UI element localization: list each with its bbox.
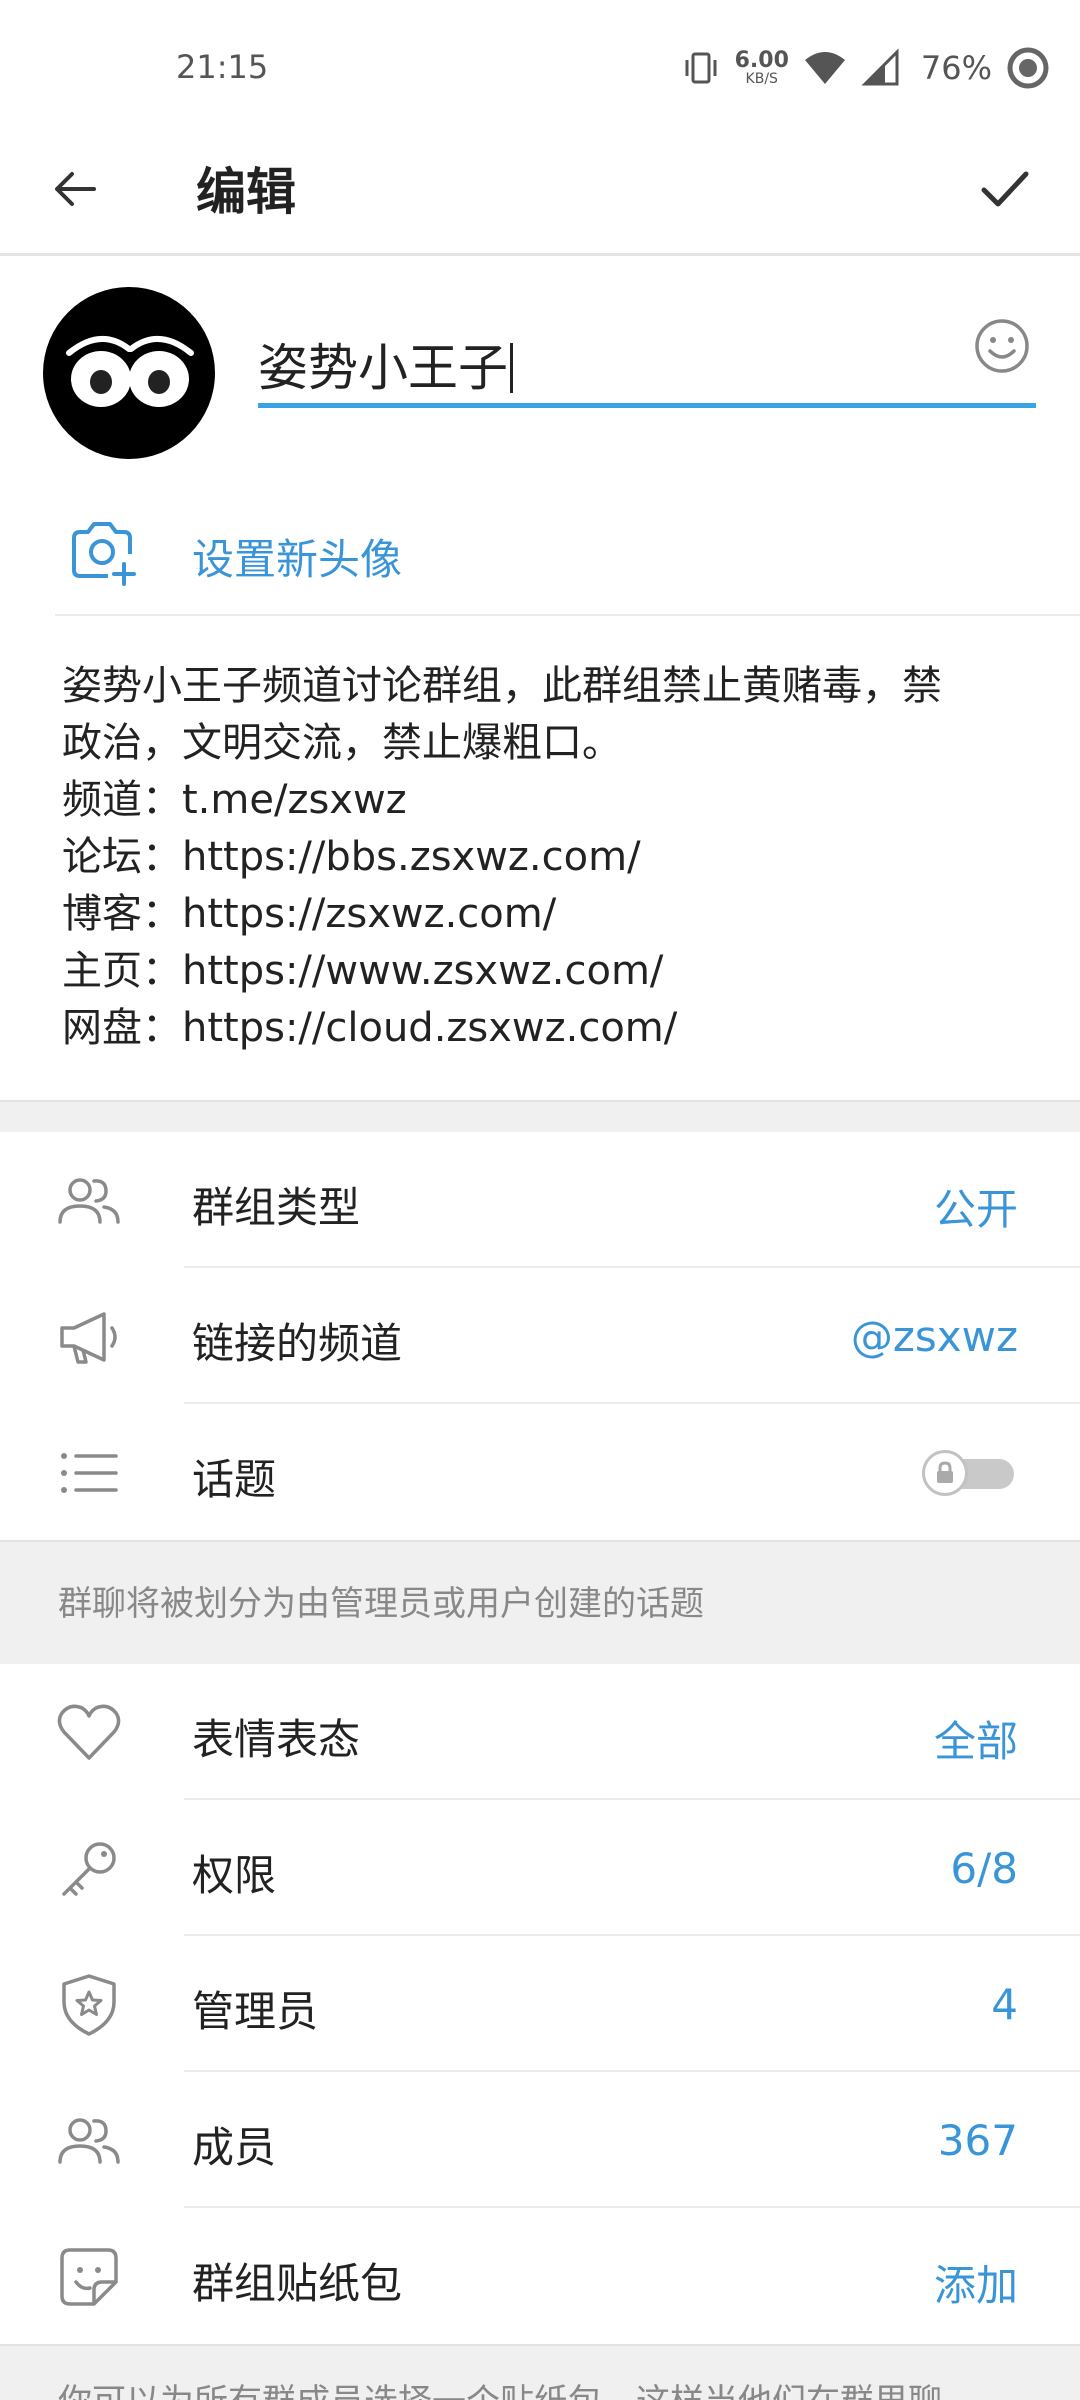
- done-button[interactable]: [970, 154, 1040, 224]
- app-bar: 编辑: [0, 130, 1080, 256]
- members-row[interactable]: 成员 367: [0, 2072, 1080, 2208]
- group-name-field[interactable]: 姿势小王子: [258, 300, 1036, 408]
- reactions-value: 全部: [933, 1717, 1018, 1766]
- reactions-label: 表情表态: [192, 1715, 361, 1764]
- battery-ring-icon: [1007, 47, 1049, 89]
- group-type-value: 公开: [933, 1185, 1018, 1234]
- stickers-hint: 你可以为所有群成员选择一个贴纸包，这样当他们在群里聊: [0, 2344, 1080, 2400]
- megaphone-icon: [60, 1312, 117, 1364]
- topics-label: 话题: [192, 1455, 277, 1504]
- permissions-row[interactable]: 权限 6/8: [0, 1800, 1080, 1936]
- section-gap: [0, 1100, 1080, 1132]
- camera-add-icon: [72, 522, 136, 586]
- toggle-knob: [922, 1450, 968, 1496]
- users-icon: [58, 2118, 120, 2164]
- text-caret: [510, 343, 513, 393]
- list-icon: [61, 1453, 118, 1493]
- group-type-row[interactable]: 群组类型 公开: [0, 1132, 1080, 1268]
- shield-star-icon: [62, 1974, 116, 2036]
- smiley-icon: [975, 319, 1029, 373]
- arrow-left-icon: [55, 172, 96, 206]
- users-icon: [58, 1178, 120, 1224]
- group-stickers-value: 添加: [933, 2261, 1018, 2310]
- heart-icon: [57, 1704, 121, 1760]
- vibrate-icon: [685, 52, 717, 84]
- group-name-input[interactable]: 姿势小王子: [258, 328, 938, 400]
- permissions-label: 权限: [192, 1851, 277, 1900]
- avatar-eyes-image: [66, 335, 194, 407]
- linked-channel-value: @zsxwz: [850, 1312, 1018, 1361]
- group-avatar[interactable]: [43, 287, 215, 459]
- status-bar: 21:15 6.00 KB/S 76%: [0, 0, 1080, 130]
- admins-label: 管理员: [192, 1987, 319, 2036]
- network-speed-unit: KB/S: [745, 71, 778, 87]
- permissions-value: 6/8: [950, 1844, 1018, 1893]
- members-value: 367: [937, 2116, 1018, 2165]
- key-icon: [62, 1842, 116, 1896]
- admins-value: 4: [991, 1980, 1018, 2029]
- admins-row[interactable]: 管理员 4: [0, 1936, 1080, 2072]
- status-icons: 6.00 KB/S 76%: [681, 40, 1050, 96]
- topics-row[interactable]: 话题: [0, 1404, 1080, 1540]
- group-name-text: 姿势小王子: [258, 339, 508, 397]
- linked-channel-label: 链接的频道: [192, 1319, 403, 1368]
- back-button[interactable]: [40, 154, 110, 224]
- group-type-label: 群组类型: [192, 1183, 361, 1232]
- topics-toggle[interactable]: [922, 1450, 1014, 1496]
- status-time: 21:15: [176, 48, 269, 86]
- members-label: 成员: [192, 2123, 277, 2172]
- signal-icon: [861, 48, 899, 86]
- set-new-photo-label: 设置新头像: [192, 535, 403, 584]
- network-speed-value: 6.00: [734, 48, 789, 73]
- group-description-input[interactable]: 姿势小王子频道讨论群组，此群组禁止黄赌毒，禁 政治，文明交流，禁止爆粗口。 频道…: [62, 658, 1042, 1057]
- page-title: 编辑: [196, 163, 296, 221]
- group-stickers-row[interactable]: 群组贴纸包 添加: [0, 2208, 1080, 2344]
- linked-channel-row[interactable]: 链接的频道 @zsxwz: [0, 1268, 1080, 1404]
- battery-level: 76%: [920, 49, 992, 87]
- lock-icon: [937, 1461, 953, 1483]
- reactions-row[interactable]: 表情表态 全部: [0, 1664, 1080, 1800]
- set-new-photo-button[interactable]: 设置新头像: [0, 500, 1080, 610]
- topics-hint: 群聊将被划分为由管理员或用户创建的话题: [0, 1540, 1080, 1664]
- group-stickers-label: 群组贴纸包: [192, 2259, 403, 2308]
- sticker-icon: [60, 2248, 118, 2306]
- network-speed: 6.00 KB/S: [734, 48, 789, 87]
- emoji-button[interactable]: [972, 316, 1032, 376]
- wifi-icon: [804, 52, 845, 84]
- divider: [55, 614, 1080, 616]
- checkmark-icon: [981, 171, 1029, 207]
